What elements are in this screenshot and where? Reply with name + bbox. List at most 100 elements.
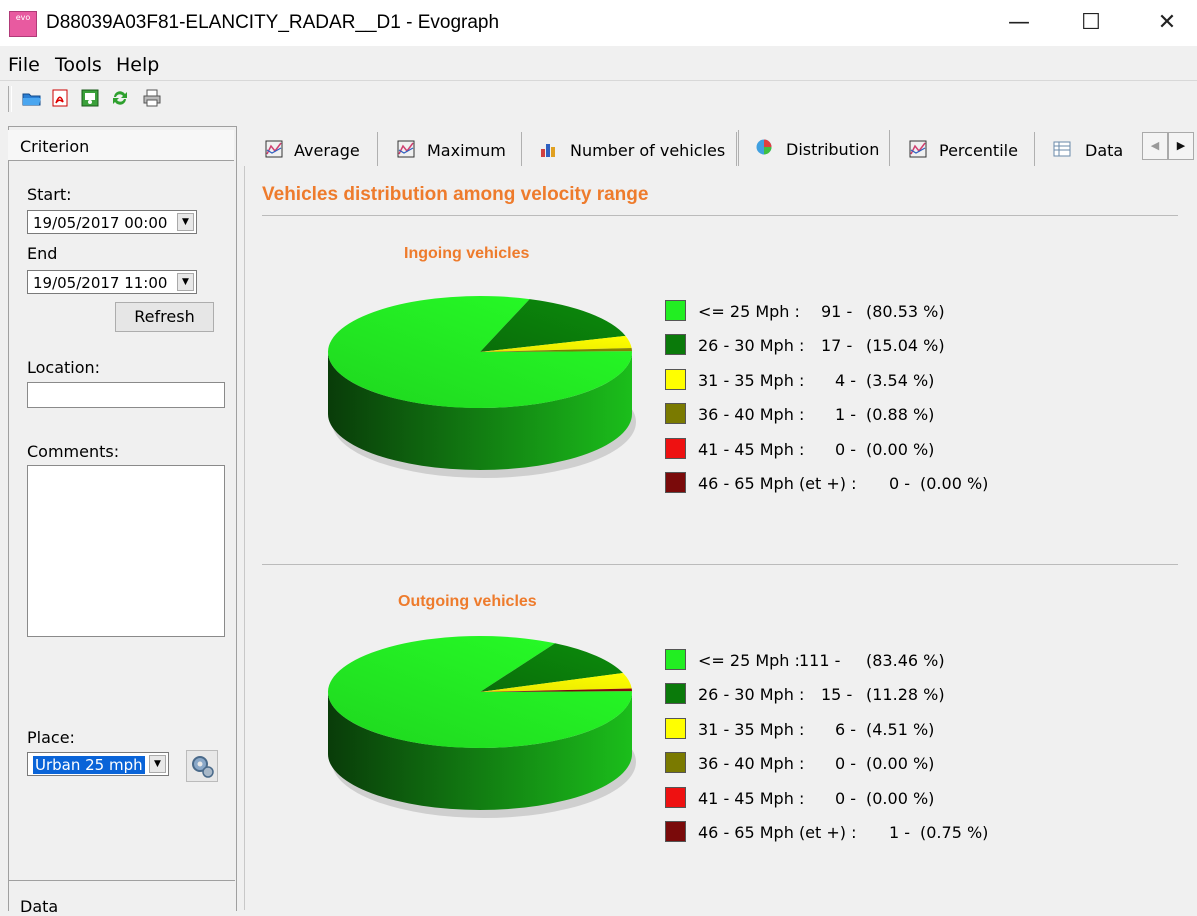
- location-label: Location:: [27, 358, 101, 377]
- chevron-down-icon[interactable]: ▼: [149, 755, 166, 773]
- tab-scroll-right-button[interactable]: ▶: [1168, 132, 1194, 160]
- tab-scroll-left-button[interactable]: ◀: [1142, 132, 1168, 160]
- legend-swatch: [665, 752, 686, 774]
- legend-label: 46 - 65 Mph (et +) :: [698, 474, 857, 493]
- chart-title-ingoing: Ingoing vehicles: [404, 245, 530, 262]
- menu-bar: File Tools Help: [0, 50, 1197, 81]
- tab-average[interactable]: Average: [249, 132, 378, 166]
- legend-percent: (15.04 %): [866, 336, 945, 356]
- outgoing-legend: <= 25 Mph :111 - (83.46 %) 26 - 30 Mph : 15…: [665, 649, 1025, 849]
- legend-count: 0 -: [835, 788, 857, 808]
- pdf-icon[interactable]: [50, 88, 70, 108]
- legend-label: 31 - 35 Mph :: [698, 719, 805, 739]
- place-label: Place:: [27, 728, 75, 747]
- outgoing-legend-row: 26 - 30 Mph : 15 - (11.28 %): [665, 683, 1025, 707]
- legend-count: 6 -: [835, 719, 857, 739]
- tab-maximum[interactable]: Maximum: [381, 132, 522, 166]
- ingoing-legend-row: 36 - 40 Mph : 1 - (0.88 %): [665, 403, 1025, 427]
- data-section-header: Data: [8, 880, 235, 916]
- tab-average-label: Average: [294, 141, 360, 160]
- legend-count: 1 -: [835, 405, 857, 425]
- tab-data-label: Data: [1085, 141, 1124, 160]
- legend-percent: (0.00 %): [866, 439, 935, 459]
- legend-percent: (83.46 %): [866, 651, 945, 670]
- legend-count: 91 -: [821, 302, 853, 321]
- data-section-title: Data: [20, 897, 59, 916]
- pie-chart-icon: [756, 139, 772, 155]
- ingoing-legend-row: 31 - 35 Mph : 4 - (3.54 %): [665, 368, 1025, 393]
- legend-swatch: [665, 334, 686, 356]
- outgoing-legend-row: 46 - 65 Mph (et +) : 1 - (0.75 %): [665, 821, 1025, 845]
- export-image-icon[interactable]: [80, 88, 100, 108]
- legend-swatch: [665, 649, 686, 670]
- legend-swatch: [665, 786, 686, 808]
- legend-percent: (4.51 %): [866, 719, 935, 739]
- legend-percent: (0.88 %): [866, 405, 935, 425]
- place-settings-button[interactable]: [186, 750, 218, 782]
- end-datetime-value: 19/05/2017 11:00: [33, 274, 168, 292]
- legend-count: 111 -: [799, 651, 841, 670]
- app-logo-icon: evo: [9, 11, 37, 37]
- tab-distribution[interactable]: Distribution: [738, 130, 890, 167]
- outgoing-legend-row: 36 - 40 Mph : 0 - (0.00 %): [665, 752, 1025, 776]
- start-label: Start:: [27, 185, 72, 204]
- location-input[interactable]: [27, 382, 225, 408]
- bar-chart-icon: [541, 144, 555, 157]
- outgoing-legend-row: 41 - 45 Mph : 0 - (0.00 %): [665, 786, 1025, 811]
- ingoing-legend: <= 25 Mph : 91 - (80.53 %) 26 - 30 Mph : 17 …: [665, 300, 1025, 500]
- tab-percentile[interactable]: Percentile: [893, 132, 1035, 166]
- open-folder-icon[interactable]: [22, 88, 42, 108]
- ingoing-pie-chart: [328, 296, 636, 478]
- legend-percent: (0.00 %): [920, 474, 989, 493]
- legend-label: 31 - 35 Mph :: [698, 370, 805, 390]
- menu-tools[interactable]: Tools: [55, 54, 102, 76]
- tab-number-of-vehicles[interactable]: Number of vehicles: [524, 132, 737, 166]
- outgoing-legend-row: <= 25 Mph :111 - (83.46 %): [665, 649, 1025, 673]
- chevron-down-icon[interactable]: ▼: [177, 273, 194, 291]
- refresh-icon[interactable]: [110, 88, 130, 108]
- legend-label: 41 - 45 Mph :: [698, 439, 805, 459]
- divider: [262, 564, 1178, 565]
- comments-label: Comments:: [27, 442, 120, 461]
- criterion-header: Criterion: [8, 130, 234, 161]
- minimize-button[interactable]: —: [996, 8, 1042, 38]
- legend-swatch: [665, 472, 686, 493]
- line-chart-icon: [397, 140, 415, 158]
- legend-percent: (0.75 %): [920, 823, 989, 842]
- tab-maximum-label: Maximum: [427, 141, 506, 160]
- legend-label: 26 - 30 Mph :: [698, 336, 805, 356]
- legend-count: 17 -: [821, 336, 853, 356]
- chart-title-outgoing: Outgoing vehicles: [398, 593, 537, 610]
- menu-file[interactable]: File: [8, 54, 40, 76]
- chevron-left-icon: ◀: [1150, 140, 1160, 152]
- legend-label: 36 - 40 Mph :: [698, 754, 805, 774]
- tab-number-of-vehicles-label: Number of vehicles: [570, 141, 726, 160]
- end-datetime-picker[interactable]: 19/05/2017 11:00 ▼: [27, 270, 197, 294]
- outgoing-legend-row: 31 - 35 Mph : 6 - (4.51 %): [665, 717, 1025, 742]
- place-select[interactable]: Urban 25 mph ▼: [27, 752, 169, 776]
- legend-label: <= 25 Mph :: [698, 302, 800, 321]
- ingoing-legend-row: 46 - 65 Mph (et +) : 0 - (0.00 %): [665, 472, 1025, 496]
- refresh-button[interactable]: Refresh: [115, 302, 214, 332]
- start-datetime-picker[interactable]: 19/05/2017 00:00 ▼: [27, 210, 197, 234]
- legend-swatch: [665, 368, 686, 390]
- tab-data[interactable]: Data: [1037, 132, 1142, 166]
- comments-textarea[interactable]: [27, 465, 225, 637]
- legend-swatch: [665, 683, 686, 705]
- legend-percent: (0.00 %): [866, 754, 935, 774]
- print-icon[interactable]: [142, 88, 162, 108]
- tab-distribution-label: Distribution: [786, 140, 880, 159]
- chevron-right-icon: ▶: [1176, 140, 1186, 152]
- legend-percent: (0.00 %): [866, 788, 935, 808]
- place-selected-value: Urban 25 mph: [33, 756, 145, 774]
- maximize-button[interactable]: ☐: [1068, 8, 1114, 38]
- legend-percent: (3.54 %): [866, 370, 935, 390]
- menu-help[interactable]: Help: [116, 54, 159, 76]
- window-title: D88039A03F81-ELANCITY_RADAR__D1 - Evogra…: [46, 12, 500, 33]
- chevron-down-icon[interactable]: ▼: [177, 213, 194, 231]
- legend-percent: (11.28 %): [866, 685, 945, 705]
- title-bar: evo D88039A03F81-ELANCITY_RADAR__D1 - Ev…: [0, 0, 1197, 46]
- legend-count: 0 -: [835, 754, 857, 774]
- close-button[interactable]: ✕: [1144, 8, 1190, 38]
- legend-swatch: [665, 717, 686, 739]
